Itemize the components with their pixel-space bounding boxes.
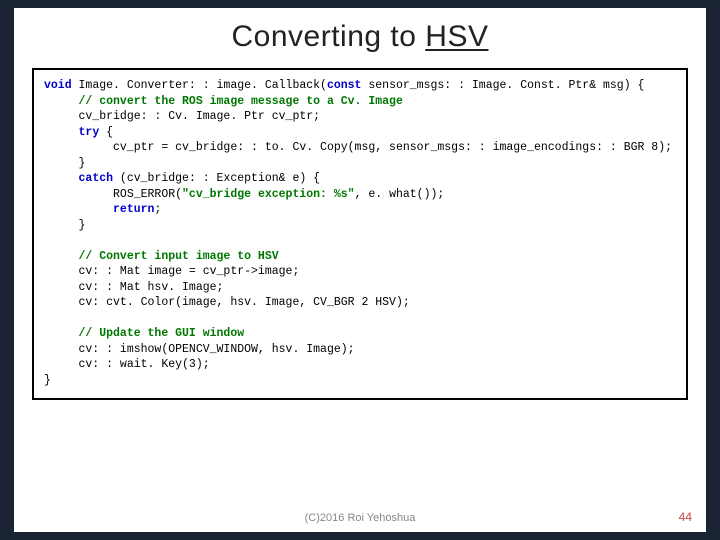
kw-void: void	[44, 79, 72, 92]
code-text: }	[44, 374, 51, 387]
code-text: {	[99, 126, 113, 139]
code-text	[44, 172, 79, 185]
kw-const: const	[327, 79, 362, 92]
code-text: , e. what());	[355, 188, 445, 201]
slide: Converting to HSV void Image. Converter:…	[14, 8, 706, 532]
comment: // Update the GUI window	[44, 327, 244, 340]
code-text: }	[44, 219, 85, 232]
code-text: ROS_ERROR(	[44, 188, 182, 201]
code-text	[44, 203, 113, 216]
code-text	[44, 126, 79, 139]
comment: // Convert input image to HSV	[44, 250, 279, 263]
string-literal: "cv_bridge exception: %s"	[182, 188, 355, 201]
code-text: Image. Converter: : image. Callback(	[72, 79, 327, 92]
comment: // convert the ROS image message to a Cv…	[44, 95, 403, 108]
kw-try: try	[79, 126, 100, 139]
copyright-text: (C)2016 Roi Yehoshua	[305, 512, 416, 524]
code-text: cv: : Mat hsv. Image;	[44, 281, 223, 294]
code-text: cv: : Mat image = cv_ptr->image;	[44, 265, 299, 278]
code-text: cv_bridge: : Cv. Image. Ptr cv_ptr;	[44, 110, 320, 123]
code-block: void Image. Converter: : image. Callback…	[32, 68, 688, 400]
code-text: sensor_msgs: : Image. Const. Ptr& msg) {	[361, 79, 644, 92]
kw-return: return	[113, 203, 154, 216]
title-underlined: HSV	[425, 20, 488, 53]
slide-title: Converting to HSV	[14, 8, 706, 62]
code-text: cv: cvt. Color(image, hsv. Image, CV_BGR…	[44, 296, 410, 309]
code-text: cv: : imshow(OPENCV_WINDOW, hsv. Image);	[44, 343, 355, 356]
code-text: (cv_bridge: : Exception& e) {	[113, 172, 320, 185]
footer: (C)2016 Roi Yehoshua 44	[14, 512, 706, 524]
title-plain: Converting to	[232, 20, 426, 53]
kw-catch: catch	[79, 172, 114, 185]
code-text: ;	[154, 203, 161, 216]
code-text: }	[44, 157, 85, 170]
code-text: cv_ptr = cv_bridge: : to. Cv. Copy(msg, …	[44, 141, 672, 154]
page-number: 44	[679, 510, 692, 524]
code-text: cv: : wait. Key(3);	[44, 358, 210, 371]
